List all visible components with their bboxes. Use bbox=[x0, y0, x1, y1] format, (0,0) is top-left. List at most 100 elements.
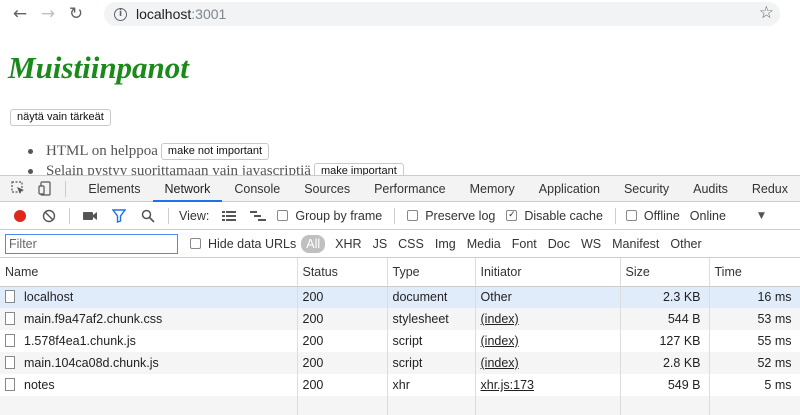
file-icon bbox=[5, 334, 15, 347]
toggle-importance-button[interactable]: make not important bbox=[160, 142, 270, 160]
request-time: 55 ms bbox=[709, 330, 800, 352]
empty-row bbox=[0, 396, 800, 415]
tab-elements[interactable]: Elements bbox=[76, 176, 152, 202]
clear-icon[interactable] bbox=[40, 207, 58, 225]
filter-icon[interactable] bbox=[110, 207, 128, 225]
info-icon[interactable]: i bbox=[114, 7, 127, 21]
file-icon bbox=[5, 356, 15, 369]
tab-audits[interactable]: Audits bbox=[681, 176, 740, 202]
bookmark-star-icon[interactable]: ☆ bbox=[759, 3, 774, 23]
table-row[interactable]: main.104ca08d.chunk.js 200 script (index… bbox=[0, 352, 800, 374]
divider bbox=[168, 207, 169, 224]
table-row[interactable]: localhost 200 document Other 2.3 KB 16 m… bbox=[0, 286, 800, 308]
column-header-time[interactable]: Time bbox=[709, 258, 800, 287]
request-status: 200 bbox=[297, 286, 388, 308]
bullet-icon bbox=[28, 168, 33, 174]
tab-console[interactable]: Console bbox=[222, 176, 292, 202]
file-icon bbox=[5, 312, 15, 325]
filter-type-js[interactable]: JS bbox=[369, 235, 392, 253]
filter-type-ws[interactable]: WS bbox=[577, 235, 605, 253]
divider bbox=[69, 207, 70, 224]
checkbox-box[interactable] bbox=[190, 238, 201, 249]
request-size: 544 B bbox=[620, 308, 710, 330]
initiator-link[interactable]: (index) bbox=[481, 312, 519, 326]
tab-redux[interactable]: Redux bbox=[740, 176, 800, 202]
filter-type-all[interactable]: All bbox=[301, 234, 326, 253]
tab-security[interactable]: Security bbox=[612, 176, 681, 202]
devtools-tabbar: Elements Network Console Sources Perform… bbox=[0, 176, 800, 202]
column-header-type[interactable]: Type bbox=[387, 258, 476, 287]
table-row[interactable]: 1.578f4ea1.chunk.js 200 script (index) 1… bbox=[0, 330, 800, 352]
column-header-status[interactable]: Status bbox=[297, 258, 388, 287]
filter-type-media[interactable]: Media bbox=[463, 235, 505, 253]
tab-performance[interactable]: Performance bbox=[362, 176, 458, 202]
disable-cache-checkbox[interactable]: ✓ Disable cache bbox=[506, 209, 603, 223]
device-toolbar-icon[interactable] bbox=[38, 181, 54, 197]
toggle-importance-button[interactable]: make important bbox=[313, 162, 404, 175]
table-header-row: Name Status Type Initiator Size Time bbox=[0, 258, 800, 287]
file-icon bbox=[5, 378, 15, 391]
tab-sources[interactable]: Sources bbox=[292, 176, 362, 202]
filter-type-xhr[interactable]: XHR bbox=[331, 235, 365, 253]
request-type: stylesheet bbox=[387, 308, 476, 330]
filter-type-doc[interactable]: Doc bbox=[544, 235, 574, 253]
web-page: Muistiinpanot näytä vain tärkeät HTML on… bbox=[0, 28, 800, 175]
filter-type-other[interactable]: Other bbox=[666, 235, 705, 253]
request-size: 2.3 KB bbox=[620, 286, 710, 308]
initiator-link[interactable]: xhr.js:173 bbox=[481, 378, 535, 392]
chevron-down-icon[interactable]: ▼ bbox=[758, 211, 765, 221]
tab-memory[interactable]: Memory bbox=[458, 176, 527, 202]
table-row[interactable]: notes 200 xhr xhr.js:173 549 B 5 ms bbox=[0, 374, 800, 396]
throttling-select[interactable]: Online bbox=[690, 209, 726, 223]
request-name: notes bbox=[24, 378, 55, 392]
list-item: HTML on helppoa make not important bbox=[28, 141, 404, 161]
group-by-frame-checkbox[interactable]: Group by frame bbox=[277, 209, 382, 223]
checkbox-box[interactable] bbox=[407, 210, 419, 221]
url-text: localhost:3001 bbox=[136, 6, 227, 22]
request-time: 53 ms bbox=[709, 308, 800, 330]
browser-toolbar: ← → ↻ i localhost:3001 ☆ bbox=[0, 0, 800, 28]
show-important-button[interactable]: näytä vain tärkeät bbox=[10, 109, 111, 126]
forward-button[interactable]: → bbox=[34, 0, 62, 28]
offline-checkbox[interactable]: Offline bbox=[625, 209, 680, 223]
divider bbox=[394, 207, 396, 224]
filter-type-img[interactable]: Img bbox=[431, 235, 460, 253]
file-icon bbox=[5, 290, 15, 304]
back-button[interactable]: ← bbox=[6, 0, 34, 28]
column-header-name[interactable]: Name bbox=[0, 258, 298, 287]
request-status: 200 bbox=[297, 308, 388, 330]
reload-button[interactable]: ↻ bbox=[62, 0, 90, 28]
request-type: script bbox=[387, 352, 476, 374]
bullet-icon bbox=[28, 148, 33, 154]
filter-input[interactable] bbox=[5, 233, 178, 254]
inspect-element-icon[interactable] bbox=[11, 181, 27, 197]
address-bar[interactable]: i localhost:3001 ☆ bbox=[104, 2, 780, 26]
hide-data-urls-checkbox[interactable]: Hide data URLs bbox=[190, 237, 296, 251]
column-header-size[interactable]: Size bbox=[620, 258, 710, 287]
request-name: main.104ca08d.chunk.js bbox=[24, 356, 159, 370]
capture-screenshots-icon[interactable] bbox=[81, 207, 99, 225]
waterfall-icon[interactable] bbox=[249, 207, 267, 225]
large-rows-icon[interactable] bbox=[220, 207, 238, 225]
tab-network[interactable]: Network bbox=[152, 176, 223, 202]
filter-type-font[interactable]: Font bbox=[508, 235, 541, 253]
checkbox-box[interactable] bbox=[625, 210, 637, 221]
request-status: 200 bbox=[297, 374, 388, 396]
preserve-log-checkbox[interactable]: Preserve log bbox=[407, 209, 495, 223]
divider bbox=[65, 180, 67, 197]
checkbox-box[interactable] bbox=[277, 210, 289, 221]
request-size: 549 B bbox=[620, 374, 710, 396]
initiator-link[interactable]: (index) bbox=[481, 334, 519, 348]
record-icon[interactable] bbox=[11, 207, 29, 225]
tab-application[interactable]: Application bbox=[527, 176, 612, 202]
initiator-link[interactable]: (index) bbox=[481, 356, 519, 370]
request-time: 52 ms bbox=[709, 352, 800, 374]
network-requests-table: Name Status Type Initiator Size Time loc… bbox=[0, 258, 800, 415]
filter-type-css[interactable]: CSS bbox=[394, 235, 428, 253]
table-row[interactable]: main.f9a47af2.chunk.css 200 stylesheet (… bbox=[0, 308, 800, 330]
request-name: localhost bbox=[24, 290, 74, 305]
column-header-initiator[interactable]: Initiator bbox=[475, 258, 621, 287]
filter-type-manifest[interactable]: Manifest bbox=[608, 235, 663, 253]
search-icon[interactable] bbox=[139, 207, 157, 225]
checkmark-icon[interactable]: ✓ bbox=[506, 210, 518, 221]
